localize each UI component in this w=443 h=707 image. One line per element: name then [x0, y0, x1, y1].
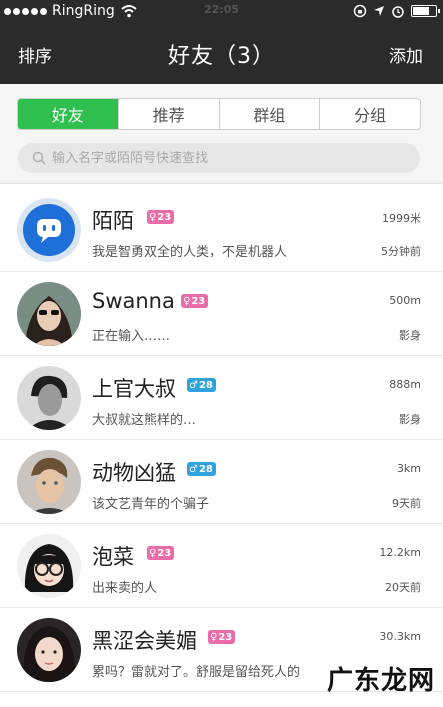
gender-age-badge: ♀ 23	[208, 630, 236, 644]
list-item[interactable]: 上官大叔 ♂ 28 大叔就这熊样的… 888m 影身	[0, 356, 443, 440]
friend-signature: 该文艺青年的个骗子	[92, 497, 210, 512]
avatar	[17, 198, 81, 262]
battery-fill	[413, 7, 429, 15]
friend-name: 黑涩会美媚	[92, 629, 197, 653]
list-item[interactable]: 陌陌 ♀ 23 我是智勇双全的人类，不是机器人 1999米 5分钟前	[0, 188, 443, 272]
friend-last-active: 5分钟前	[381, 245, 421, 258]
friend-signature: 我是智勇双全的人类，不是机器人	[92, 245, 288, 260]
list-item[interactable]: 动物凶猛 ♂ 28 该文艺青年的个骗子 3km 9天前	[0, 440, 443, 524]
female-icon: ♀	[210, 631, 218, 643]
rotation-lock-icon	[353, 4, 367, 18]
friend-name: Swanna	[92, 289, 175, 313]
tab-friends[interactable]: 好友	[18, 99, 118, 129]
gender-age-badge: ♀ 23	[147, 546, 175, 560]
location-arrow-icon	[374, 6, 384, 16]
gender-age-badge: ♀ 23	[147, 210, 175, 224]
add-button[interactable]: 添加	[389, 42, 423, 67]
segmented-tabs: 好友 推荐 群组 分组	[17, 98, 421, 130]
avatar	[17, 534, 81, 598]
tab-groups[interactable]: 群组	[218, 99, 320, 129]
friend-last-active: 20天前	[385, 581, 421, 594]
friend-name: 陌陌	[92, 209, 134, 233]
friend-signature: 累吗？雷就对了。舒服是留给死人的	[92, 665, 301, 680]
watermark-logo: 广东龙网	[326, 666, 435, 696]
female-icon: ♀	[149, 211, 157, 223]
friend-name: 动物凶猛	[92, 461, 176, 485]
friend-distance: 888m	[389, 378, 421, 391]
avatar	[17, 450, 81, 514]
gender-age-badge: ♀ 23	[181, 294, 209, 308]
friend-last-active: 影身	[399, 413, 421, 426]
friend-distance: 12.2km	[379, 546, 421, 559]
friend-distance: 30.3km	[379, 630, 421, 643]
avatar	[17, 282, 81, 346]
male-icon: ♂	[189, 379, 198, 391]
status-right	[353, 4, 440, 18]
female-icon: ♀	[183, 295, 191, 307]
search-input[interactable]	[52, 150, 412, 166]
gender-age-badge: ♂ 28	[187, 462, 216, 476]
male-icon: ♂	[189, 463, 198, 475]
friend-last-active: 9天前	[392, 497, 421, 510]
avatar	[17, 618, 81, 682]
avatar	[17, 366, 81, 430]
list-item[interactable]: 泡菜 ♀ 23 出来卖的人 12.2km 20天前	[0, 524, 443, 608]
page-title: 好友（3）	[168, 44, 275, 69]
list-item[interactable]: Swanna ♀ 23 正在输入…… 500m 影身	[0, 272, 443, 356]
friend-signature: 正在输入……	[92, 329, 171, 344]
status-bar: RingRing 22:05	[0, 0, 443, 22]
friend-distance: 500m	[389, 294, 421, 307]
friend-name: 上官大叔	[92, 377, 176, 401]
battery-icon	[411, 5, 440, 17]
friend-name: 泡菜	[92, 545, 134, 569]
tab-recommended[interactable]: 推荐	[117, 99, 219, 129]
friend-signature: 出来卖的人	[92, 581, 158, 596]
friend-signature: 大叔就这熊样的…	[92, 413, 197, 428]
friend-distance: 3km	[396, 462, 421, 475]
alarm-icon	[392, 6, 404, 18]
search-icon	[32, 151, 46, 165]
friend-last-active: 影身	[399, 329, 421, 342]
search-bar[interactable]	[18, 143, 420, 173]
friend-distance: 1999米	[382, 212, 421, 225]
gender-age-badge: ♂ 28	[187, 378, 216, 392]
female-icon: ♀	[149, 547, 157, 559]
nav-bar: 排序 好友（3） 添加	[0, 22, 443, 84]
friend-list: 陌陌 ♀ 23 我是智勇双全的人类，不是机器人 1999米 5分钟前 Swanna…	[0, 188, 443, 692]
filter-area: 好友 推荐 群组 分组	[0, 84, 443, 184]
tab-categories[interactable]: 分组	[319, 99, 420, 129]
